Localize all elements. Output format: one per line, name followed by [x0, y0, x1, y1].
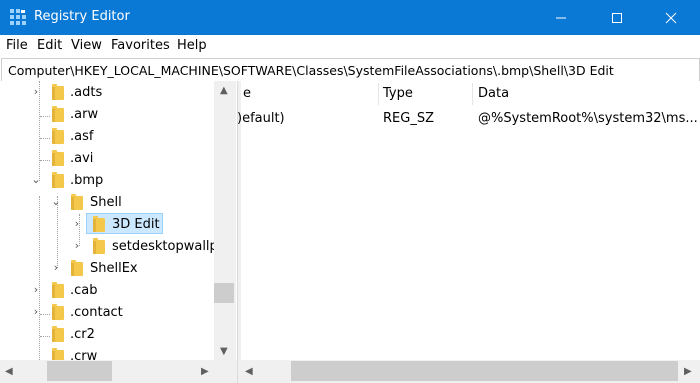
folder-icon	[52, 348, 64, 360]
folder-icon	[52, 326, 64, 342]
column-divider[interactable]	[378, 83, 379, 105]
tree-item-label: setdesktopwallp	[112, 239, 218, 254]
tree-item-label: .avi	[70, 151, 94, 166]
menu-help[interactable]: Help	[177, 38, 207, 53]
close-icon	[665, 12, 677, 23]
chevron-right-icon[interactable]: ›	[31, 306, 41, 317]
tree-item-adts[interactable]: › .adts	[0, 83, 214, 105]
folder-icon	[52, 84, 64, 100]
chevron-right-icon[interactable]: ›	[72, 240, 82, 251]
tree-item-arw[interactable]: .arw	[0, 105, 214, 127]
folder-icon	[93, 216, 105, 232]
registry-editor-icon	[10, 9, 26, 25]
maximize-icon	[612, 12, 622, 23]
values-horizontal-scroll-thumb[interactable]	[291, 361, 678, 381]
tree-item-asf[interactable]: .asf	[0, 127, 214, 149]
tree-item-label: .asf	[70, 129, 94, 144]
tree-item-crw[interactable]: .crw	[0, 347, 214, 360]
tree-item-setdesktopwallp[interactable]: › setdesktopwallp	[0, 237, 218, 259]
menu-file[interactable]: File	[6, 38, 28, 53]
column-header-data[interactable]: Data	[478, 86, 509, 101]
scroll-left-icon[interactable]: ◀	[5, 366, 13, 377]
value-name: )efault)	[237, 111, 285, 126]
tree-item-shellex[interactable]: › ShellEx	[0, 259, 214, 281]
tree-vertical-scrollbar[interactable]	[214, 81, 236, 364]
column-divider[interactable]	[472, 83, 473, 105]
folder-icon	[52, 106, 64, 122]
scroll-right-icon[interactable]: ▶	[684, 366, 692, 377]
tree-item-3d-edit[interactable]: › 3D Edit	[0, 215, 214, 237]
folder-open-icon	[71, 194, 83, 210]
folder-icon	[52, 150, 64, 166]
tree-item-label: .bmp	[70, 173, 104, 188]
minimize-button[interactable]	[538, 0, 584, 35]
folder-icon	[71, 260, 83, 276]
chevron-right-icon[interactable]: ›	[31, 86, 41, 97]
tree-item-label: .arw	[70, 107, 99, 122]
column-header-name[interactable]: e	[243, 86, 251, 101]
folder-open-icon	[52, 172, 64, 188]
menu-bar	[0, 35, 700, 57]
chevron-down-icon[interactable]: ⌄	[51, 196, 61, 207]
scroll-left-icon[interactable]: ◀	[245, 366, 253, 377]
maximize-button[interactable]	[594, 0, 640, 35]
scroll-right-icon[interactable]: ▶	[201, 366, 209, 377]
tree-item-label: .contact	[70, 305, 123, 320]
tree-vertical-scroll-thumb[interactable]	[214, 283, 234, 303]
value-data: @%SystemRoot%\system32\ms...	[478, 111, 698, 126]
window-title: Registry Editor	[34, 9, 130, 24]
address-path[interactable]: Computer\HKEY_LOCAL_MACHINE\SOFTWARE\Cla…	[8, 63, 614, 78]
chevron-right-icon[interactable]: ›	[72, 218, 82, 229]
tree-item-label: Shell	[90, 195, 122, 210]
tree-item-label: .cr2	[70, 327, 95, 342]
folder-icon	[52, 282, 64, 298]
chevron-right-icon[interactable]: ›	[31, 284, 41, 295]
tree-item-label: .crw	[70, 349, 98, 360]
value-type: REG_SZ	[383, 111, 434, 126]
tree-item-label: .adts	[70, 85, 103, 100]
tree-item-cab[interactable]: › .cab	[0, 281, 214, 303]
scroll-up-icon[interactable]: ▲	[220, 85, 228, 96]
tree-horizontal-scroll-thumb[interactable]	[47, 361, 112, 381]
tree-item-contact[interactable]: › .contact	[0, 303, 214, 325]
folder-icon	[52, 128, 64, 144]
chevron-down-icon[interactable]: ⌄	[31, 174, 41, 185]
menu-view[interactable]: View	[71, 38, 102, 53]
address-bar[interactable]: Computer\HKEY_LOCAL_MACHINE\SOFTWARE\Cla…	[1, 58, 700, 82]
tree-item-label: ShellEx	[90, 261, 138, 276]
tree-item-avi[interactable]: .avi	[0, 149, 214, 171]
chevron-right-icon[interactable]: ›	[51, 262, 61, 273]
menu-edit[interactable]: Edit	[37, 38, 62, 53]
folder-icon	[93, 238, 105, 254]
scroll-down-icon[interactable]: ▼	[220, 346, 228, 357]
folder-icon	[52, 304, 64, 320]
column-header-type[interactable]: Type	[383, 86, 413, 101]
tree-item-label: .cab	[70, 283, 98, 298]
close-button[interactable]	[648, 0, 694, 35]
tree-item-shell[interactable]: ⌄ Shell	[0, 193, 214, 215]
tree-item-label: 3D Edit	[112, 217, 160, 232]
menu-favorites[interactable]: Favorites	[111, 38, 170, 53]
tree-item-cr2[interactable]: .cr2	[0, 325, 214, 347]
minimize-icon	[556, 17, 566, 18]
tree-item-bmp[interactable]: ⌄ .bmp	[0, 171, 214, 193]
